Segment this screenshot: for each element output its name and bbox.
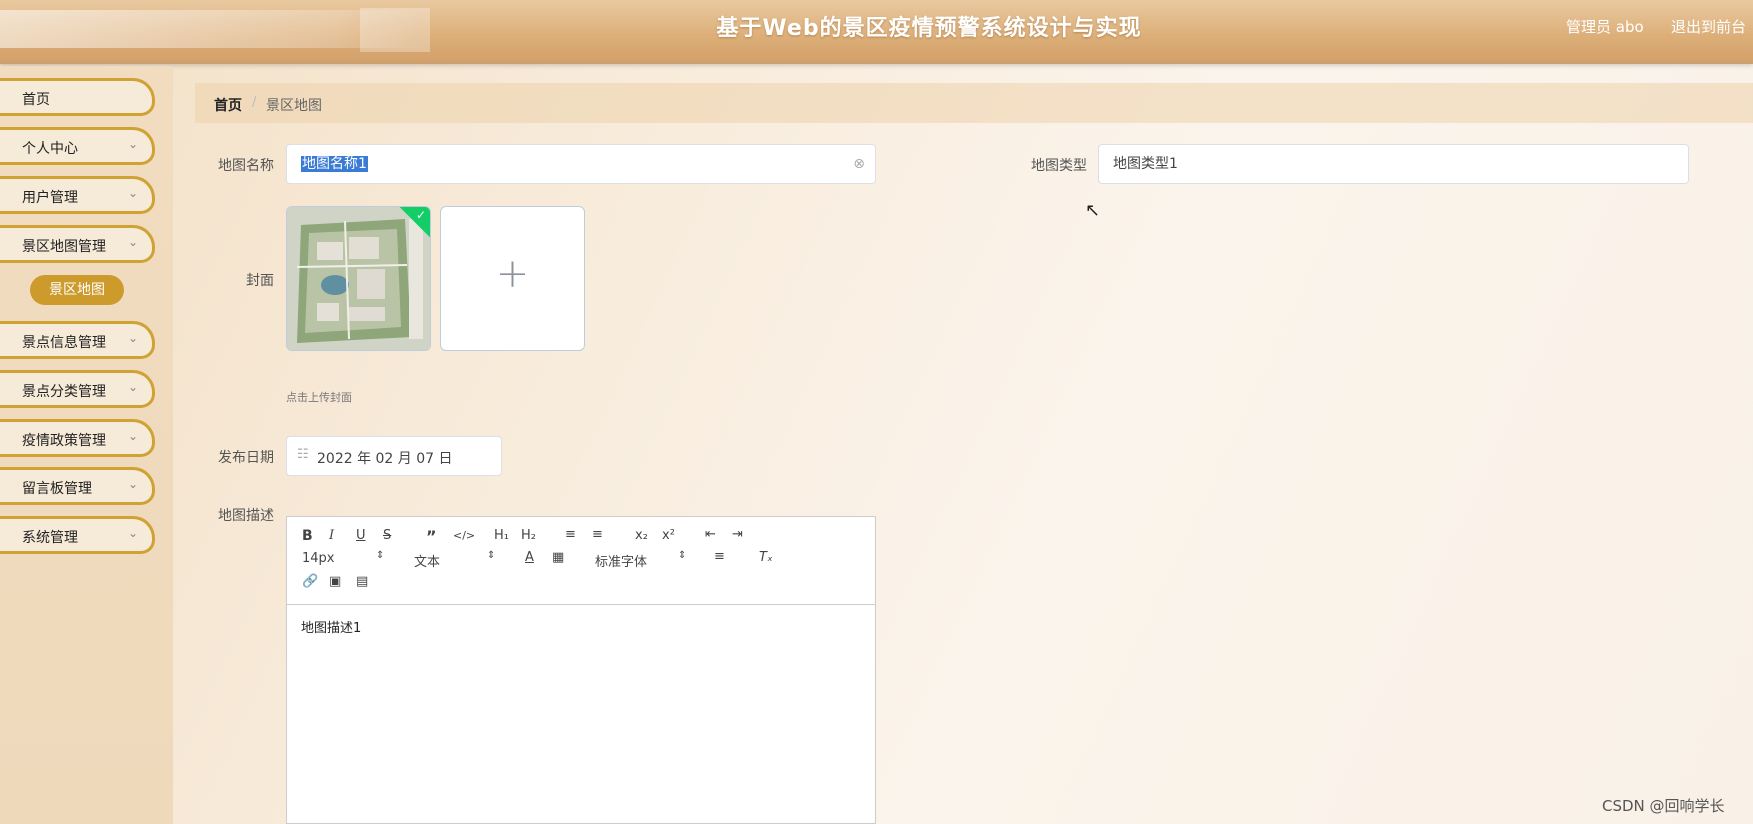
code-block-icon[interactable]: </> bbox=[453, 529, 475, 542]
underline-icon[interactable]: U bbox=[356, 528, 366, 543]
clear-format-icon[interactable]: Tₓ bbox=[759, 550, 773, 565]
font-size-dropdown-icon[interactable]: ⇕ bbox=[376, 550, 384, 561]
mouse-cursor-icon: ↖ bbox=[1085, 200, 1101, 221]
sidebar-item-map-management[interactable]: 景区地图管理 ⌄ bbox=[0, 225, 155, 263]
sidebar-item-spot-category[interactable]: 景点分类管理 ⌄ bbox=[0, 370, 155, 408]
upload-cover-button[interactable]: + bbox=[440, 206, 585, 351]
heading-1-icon[interactable]: H₁ bbox=[494, 528, 509, 543]
app-title: 基于Web的景区疫情预警系统设计与实现 bbox=[716, 16, 1142, 41]
blockquote-icon[interactable]: ” bbox=[426, 527, 437, 546]
check-icon: ✓ bbox=[415, 208, 426, 222]
app-header: 基于Web的景区疫情预警系统设计与实现 管理员 abo 退出到前台 bbox=[0, 0, 1753, 64]
breadcrumb: 首页 / 景区地图 bbox=[195, 83, 1753, 123]
sidebar-item-label: 用户管理 bbox=[22, 190, 78, 206]
font-family-select[interactable]: 标准字体 bbox=[595, 551, 647, 570]
cover-thumbnail[interactable]: ✓ bbox=[286, 206, 431, 351]
sidebar-item-user-management[interactable]: 用户管理 ⌄ bbox=[0, 176, 155, 214]
sidebar-item-label: 个人中心 bbox=[22, 141, 78, 157]
clear-icon[interactable]: ⊗ bbox=[853, 145, 865, 183]
chevron-down-icon: ⌄ bbox=[127, 526, 138, 540]
align-icon[interactable]: ≡ bbox=[714, 549, 725, 564]
font-color-icon[interactable]: A bbox=[525, 550, 534, 565]
editor-content: 地图描述1 bbox=[301, 621, 362, 636]
breadcrumb-separator: / bbox=[252, 95, 257, 110]
chevron-down-icon: ⌄ bbox=[127, 477, 138, 491]
superscript-icon[interactable]: x² bbox=[662, 528, 675, 543]
sidebar-item-label: 首页 bbox=[22, 92, 50, 108]
italic-icon[interactable]: I bbox=[329, 528, 334, 543]
bullet-list-icon[interactable]: ≡ bbox=[592, 527, 603, 542]
publish-date-picker[interactable]: ☷ 2022 年 02 月 07 日 bbox=[286, 436, 502, 476]
image-icon[interactable]: ▣ bbox=[329, 574, 341, 589]
sidebar-item-system-management[interactable]: 系统管理 ⌄ bbox=[0, 516, 155, 554]
sidebar-item-message-board[interactable]: 留言板管理 ⌄ bbox=[0, 467, 155, 505]
sidebar-item-label: 留言板管理 bbox=[22, 481, 92, 497]
chevron-down-icon: ⌄ bbox=[127, 235, 138, 249]
sidebar-item-spot-info[interactable]: 景点信息管理 ⌄ bbox=[0, 321, 155, 359]
font-size-select[interactable]: 14px bbox=[302, 551, 335, 566]
map-type-value: 地图类型1 bbox=[1113, 156, 1178, 172]
watermark: CSDN @回响学长 bbox=[1602, 797, 1725, 815]
admin-user-label[interactable]: 管理员 abo bbox=[1566, 16, 1644, 37]
rich-text-editor[interactable]: B I U S ” </> H₁ H₂ ≡ ≡ x₂ x² ⇤ ⇥ 14px ⇕… bbox=[286, 516, 876, 824]
subscript-icon[interactable]: x₂ bbox=[635, 528, 648, 543]
sidebar: 首页 个人中心 ⌄ 用户管理 ⌄ 景区地图管理 ⌄ 景点信息管理 ⌄ 景点分类管… bbox=[0, 66, 173, 824]
heading-2-icon[interactable]: H₂ bbox=[521, 528, 536, 543]
sidebar-item-label: 疫情政策管理 bbox=[22, 433, 106, 449]
map-description-label: 地图描述 bbox=[218, 508, 274, 524]
sidebar-item-personal-center[interactable]: 个人中心 ⌄ bbox=[0, 127, 155, 165]
sidebar-subitem-scenic-map[interactable]: 景区地图 bbox=[30, 275, 124, 305]
cover-label: 封面 bbox=[246, 273, 274, 289]
chevron-down-icon: ⌄ bbox=[127, 331, 138, 345]
map-name-value: 地图名称1 bbox=[301, 156, 368, 172]
exit-to-frontend-link[interactable]: 退出到前台 bbox=[1671, 16, 1746, 37]
editor-toolbar: B I U S ” </> H₁ H₂ ≡ ≡ x₂ x² ⇤ ⇥ 14px ⇕… bbox=[287, 517, 875, 605]
map-name-input[interactable]: 地图名称1 ⊗ bbox=[286, 144, 876, 184]
cover-upload-hint: 点击上传封面 bbox=[286, 391, 352, 404]
chevron-down-icon: ⌄ bbox=[127, 137, 138, 151]
indent-icon[interactable]: ⇥ bbox=[732, 527, 743, 542]
chevron-down-icon: ⌄ bbox=[127, 380, 138, 394]
link-icon[interactable]: 🔗 bbox=[302, 574, 318, 589]
sidebar-item-epidemic-policy[interactable]: 疫情政策管理 ⌄ bbox=[0, 419, 155, 457]
chevron-down-icon: ⌄ bbox=[127, 429, 138, 443]
video-icon[interactable]: ▤ bbox=[356, 574, 368, 589]
outdent-icon[interactable]: ⇤ bbox=[705, 527, 716, 542]
plus-icon: + bbox=[495, 251, 530, 297]
sidebar-item-label: 景点信息管理 bbox=[22, 335, 106, 351]
breadcrumb-current: 景区地图 bbox=[266, 98, 322, 114]
map-thumbnail-image bbox=[287, 207, 430, 350]
block-format-select[interactable]: 文本 bbox=[414, 551, 440, 570]
block-format-dropdown-icon[interactable]: ⇕ bbox=[487, 550, 495, 561]
strikethrough-icon[interactable]: S bbox=[383, 528, 391, 543]
font-family-dropdown-icon[interactable]: ⇕ bbox=[678, 550, 686, 561]
map-name-label: 地图名称 bbox=[218, 158, 274, 174]
bold-icon[interactable]: B bbox=[302, 528, 313, 544]
sidebar-item-label: 系统管理 bbox=[22, 530, 78, 546]
publish-date-value: 2022 年 02 月 07 日 bbox=[317, 451, 453, 467]
sidebar-item-label: 景点分类管理 bbox=[22, 384, 106, 400]
calendar-icon: ☷ bbox=[297, 447, 309, 462]
sidebar-item-home[interactable]: 首页 bbox=[0, 78, 155, 116]
background-color-icon[interactable]: ▦ bbox=[552, 550, 564, 565]
ordered-list-icon[interactable]: ≡ bbox=[565, 527, 576, 542]
map-type-label: 地图类型 bbox=[1031, 158, 1087, 174]
breadcrumb-home-link[interactable]: 首页 bbox=[214, 95, 242, 115]
chevron-down-icon: ⌄ bbox=[127, 186, 138, 200]
sidebar-item-label: 景区地图管理 bbox=[22, 239, 106, 255]
publish-date-label: 发布日期 bbox=[218, 450, 274, 466]
map-type-input[interactable]: 地图类型1 bbox=[1098, 144, 1689, 184]
